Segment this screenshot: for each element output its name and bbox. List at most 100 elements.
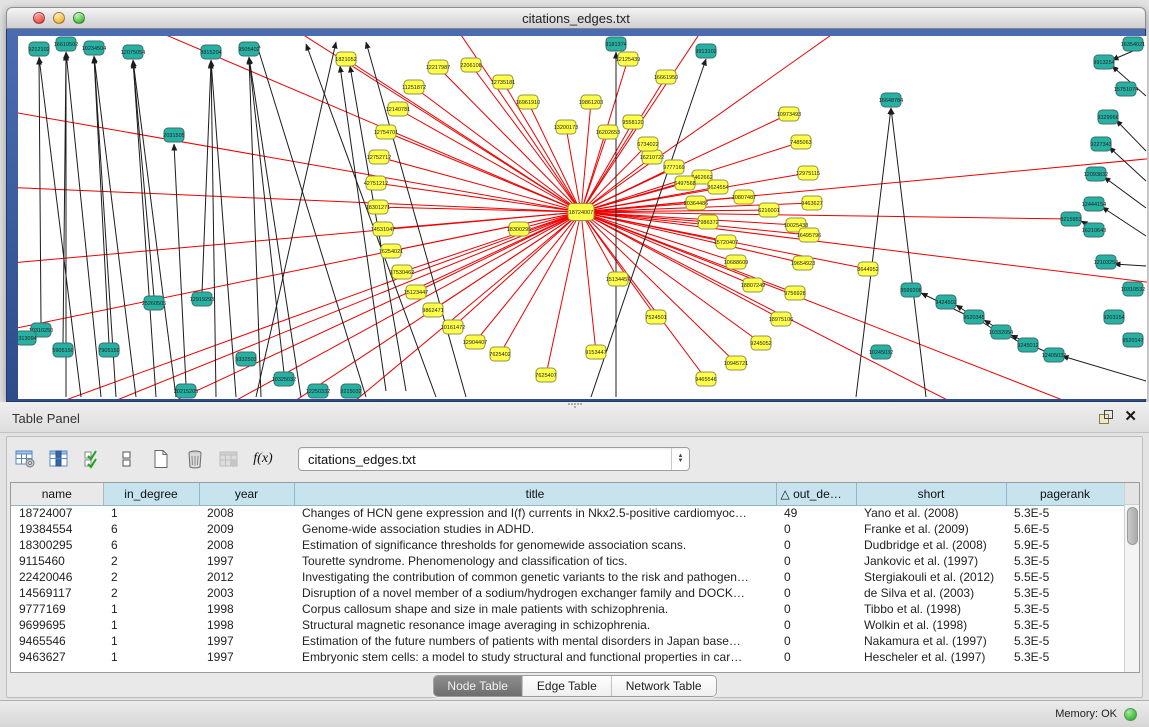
graph-node[interactable]: 9520345 bbox=[963, 310, 984, 324]
graph-node[interactable]: 6216001 bbox=[758, 203, 779, 217]
table-row[interactable]: 969969511998Structural magnetic resonanc… bbox=[11, 617, 1124, 633]
graph-node[interactable]: 13200173 bbox=[554, 120, 578, 134]
graph-node[interactable]: 12752712 bbox=[367, 150, 391, 164]
graph-node[interactable]: 12405032 bbox=[1042, 348, 1066, 362]
table-row[interactable]: 1938455462009Genome-wide association stu… bbox=[11, 521, 1124, 537]
column-select-icon[interactable] bbox=[48, 448, 70, 470]
graph-node[interactable]: 9424502 bbox=[935, 295, 956, 309]
graph-node[interactable]: 10807487 bbox=[732, 190, 756, 204]
column-header-in_degree[interactable]: in_degree bbox=[103, 483, 199, 505]
table-row[interactable]: 1872400712008Changes of HCN gene express… bbox=[11, 505, 1124, 521]
graph-node[interactable]: 6497568 bbox=[674, 176, 695, 190]
graph-node[interactable]: 7485063 bbox=[790, 135, 811, 149]
graph-node[interactable]: 42751212 bbox=[364, 176, 388, 190]
scrollbar-thumb[interactable] bbox=[1127, 507, 1138, 545]
graph-node[interactable]: 1821052 bbox=[335, 52, 356, 66]
table-row[interactable]: 946362711997Embryonic stem cells: a mode… bbox=[11, 649, 1124, 665]
graph-node[interactable]: 20215205 bbox=[174, 384, 198, 398]
graph-node[interactable]: 9913254 bbox=[1093, 55, 1114, 69]
import-table-disabled-icon[interactable] bbox=[218, 448, 240, 470]
graph-node[interactable]: 16354021 bbox=[1121, 37, 1145, 51]
graph-node[interactable]: 9777169 bbox=[663, 160, 684, 174]
graph-node[interactable]: 8599208 bbox=[900, 283, 921, 297]
graph-node[interactable]: 18301271 bbox=[366, 200, 390, 214]
graph-node[interactable]: 11251872 bbox=[402, 80, 426, 94]
window-titlebar[interactable]: citations_edges.txt bbox=[6, 7, 1146, 29]
tab-network-table[interactable]: Network Table bbox=[612, 676, 716, 696]
graph-node[interactable]: 8644952 bbox=[857, 262, 878, 276]
table-row[interactable]: 946554611997Estimation of the future num… bbox=[11, 633, 1124, 649]
delete-table-icon[interactable] bbox=[184, 448, 206, 470]
graph-node[interactable]: 9756928 bbox=[784, 286, 805, 300]
close-panel-icon[interactable]: ✕ bbox=[1124, 408, 1137, 426]
graph-node[interactable]: 12075054 bbox=[121, 45, 145, 59]
graph-node[interactable]: 7625407 bbox=[535, 368, 556, 382]
graph-hub-node[interactable]: 18724007 bbox=[568, 204, 594, 221]
graph-node[interactable]: 14531047 bbox=[371, 222, 395, 236]
row-options-icon[interactable] bbox=[116, 448, 138, 470]
graph-node[interactable]: 2031505 bbox=[163, 128, 184, 142]
new-table-icon[interactable] bbox=[150, 448, 172, 470]
tab-edge-table[interactable]: Edge Table bbox=[523, 676, 612, 696]
graph-node[interactable]: 9215032 bbox=[340, 384, 361, 398]
graph-node[interactable]: 18975106 bbox=[769, 312, 793, 326]
table-row[interactable]: 977716911998Corpus callosum shape and si… bbox=[11, 601, 1124, 617]
graph-node[interactable]: 9203154 bbox=[1103, 310, 1124, 324]
graph-node[interactable]: 15123447 bbox=[404, 285, 428, 299]
graph-node[interactable]: 12217987 bbox=[426, 60, 450, 74]
column-header-out_degree[interactable]: △ out_de… bbox=[776, 483, 856, 505]
table-vertical-scrollbar[interactable] bbox=[1124, 483, 1139, 672]
graph-node[interactable]: 9505402 bbox=[238, 42, 259, 56]
graph-node[interactable]: 16495796 bbox=[797, 228, 821, 242]
graph-node[interactable]: 9558120 bbox=[622, 115, 643, 129]
graph-node[interactable]: 18807249 bbox=[741, 278, 765, 292]
column-header-pagerank[interactable]: pagerank bbox=[1006, 483, 1124, 505]
table-row[interactable]: 911546021997Tourette syndrome. Phenomeno… bbox=[11, 553, 1124, 569]
graph-node[interactable]: 12754701 bbox=[374, 125, 398, 139]
graph-node[interactable]: 9913102 bbox=[695, 44, 716, 58]
graph-node[interactable]: 12093832 bbox=[1084, 167, 1108, 181]
graph-node[interactable]: 16961910 bbox=[516, 95, 540, 109]
table-selector-dropdown[interactable]: citations_edges.txt ▲▼ bbox=[298, 447, 690, 471]
graph-node[interactable]: 3624554 bbox=[707, 180, 728, 194]
graph-node[interactable]: 8815204 bbox=[200, 45, 221, 59]
graph-node[interactable]: 2206108 bbox=[460, 58, 481, 72]
graph-node[interactable]: 12103254 bbox=[1094, 255, 1118, 269]
graph-node[interactable]: 10310532 bbox=[1121, 282, 1145, 296]
graph-node[interactable]: 7524501 bbox=[645, 310, 666, 324]
graph-node[interactable]: 12904407 bbox=[463, 335, 487, 349]
graph-node[interactable]: 7905150 bbox=[98, 343, 119, 357]
graph-node[interactable]: 10245032 bbox=[869, 345, 893, 359]
graph-node[interactable]: 25260505 bbox=[142, 296, 166, 310]
graph-node[interactable]: 12444154 bbox=[1082, 197, 1106, 211]
graph-node[interactable]: 9862471 bbox=[422, 303, 443, 317]
graph-node[interactable]: 18300295 bbox=[507, 222, 531, 236]
graph-node[interactable]: 9153447 bbox=[585, 345, 606, 359]
table-settings-icon[interactable] bbox=[14, 448, 36, 470]
graph-node[interactable]: 9520147 bbox=[1122, 333, 1143, 347]
graph-node[interactable]: 19654923 bbox=[791, 256, 815, 270]
graph-node[interactable]: 16648784 bbox=[879, 93, 903, 107]
float-panel-icon[interactable] bbox=[1098, 409, 1114, 425]
column-header-title[interactable]: title bbox=[294, 483, 776, 505]
graph-node[interactable]: 15720407 bbox=[714, 235, 738, 249]
graph-node[interactable]: 7986372 bbox=[697, 215, 718, 229]
graph-node[interactable]: 15134457 bbox=[606, 272, 630, 286]
graph-node[interactable]: 9329966 bbox=[1097, 110, 1118, 124]
graph-node[interactable]: 20364486 bbox=[684, 196, 708, 210]
graph-node[interactable]: 10325032 bbox=[272, 372, 296, 386]
graph-node[interactable]: 8215953 bbox=[1060, 212, 1081, 226]
graph-node[interactable]: 9332503 bbox=[235, 352, 256, 366]
graph-node[interactable]: 17530462 bbox=[390, 265, 414, 279]
network-canvas-svg[interactable]: 1872400712217987112518721214078112754701… bbox=[18, 36, 1147, 399]
graph-node[interactable]: 9245052 bbox=[750, 336, 771, 350]
graph-node[interactable]: 10688609 bbox=[724, 255, 748, 269]
graph-node[interactable]: 10945721 bbox=[724, 356, 748, 370]
graph-node[interactable]: 9245012 bbox=[1017, 338, 1038, 352]
graph-node[interactable]: 9465546 bbox=[695, 372, 716, 386]
graph-node[interactable]: 9227343 bbox=[1090, 137, 1111, 151]
table-row[interactable]: 2242004622012Investigating the contribut… bbox=[11, 569, 1124, 585]
graph-node[interactable]: 16210643 bbox=[1082, 223, 1106, 237]
column-header-name[interactable]: name bbox=[11, 483, 103, 505]
graph-node[interactable]: 76254021 bbox=[379, 244, 403, 258]
